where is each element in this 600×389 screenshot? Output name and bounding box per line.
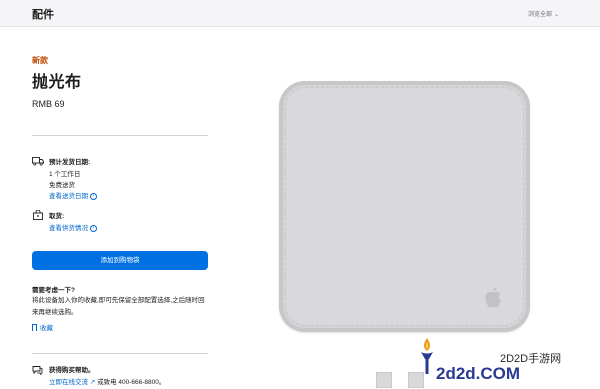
chevron-right-circle-icon: › [90,192,97,200]
add-to-bag-button[interactable]: 添加到购物袋 [32,251,208,270]
consider-heading: 需要考虑一下? [32,287,75,294]
delivery-time: 1 个工作日 [49,171,81,178]
save-favorite-link[interactable]: 收藏 [32,322,53,332]
new-badge: 新款 [32,56,48,65]
product-price: RMB 69 [32,99,65,109]
page-category-title: 配件 [32,9,54,21]
truck-icon [32,157,44,166]
chat-bubble-icon [32,366,43,375]
external-arrow-icon: ↗ [89,379,96,386]
watermark-domain: 2d2d.COM [436,364,521,383]
apple-logo-icon [485,287,501,308]
product-image-polishing-cloth [279,81,530,332]
phone-text: 或致电 400-666-8800。 [97,379,166,386]
delivery-shipping: 免费送货 [49,182,75,189]
save-favorite-label: 收藏 [40,325,53,332]
pickup-availability-label: 查看供货情况 [49,225,88,232]
help-contact-text: 立即在线交流 ↗ 或致电 400-666-8800。 [49,376,165,386]
pickup-availability-link[interactable]: 查看供货情况 › [49,222,97,232]
delivery-dates-label: 查看送货日期 [49,193,88,200]
chevron-down-icon: ⌄ [553,12,559,18]
delivery-dates-link[interactable]: 查看送货日期 › [49,190,97,200]
site-watermark: 2D2D手游网 2d2d.COM [416,336,600,389]
live-chat-link[interactable]: 立即在线交流 ↗ [49,379,95,386]
store-icon [33,210,43,220]
browse-all-link[interactable]: 浏览全部 ⌄ [528,9,559,18]
live-chat-label: 立即在线交流 [49,379,88,386]
product-title: 抛光布 [32,74,82,91]
consider-description: 将此设备加入你的收藏,即可先保留全部配置选择,之后随时回来再继续选购。 [32,297,205,316]
delivery-heading: 预计发货日期: [49,159,91,166]
divider [32,353,208,354]
chevron-right-circle-icon: › [90,224,97,232]
thumbnail[interactable] [376,372,392,388]
browse-all-label: 浏览全部 [527,12,552,18]
help-heading: 获得购买帮助。 [49,367,95,374]
bookmark-icon [32,324,37,331]
pickup-heading: 取货: [49,213,65,220]
top-nav-bar: 配件 浏览全部 ⌄ [0,0,600,27]
divider [32,135,208,136]
torch-logo-icon [421,338,433,374]
